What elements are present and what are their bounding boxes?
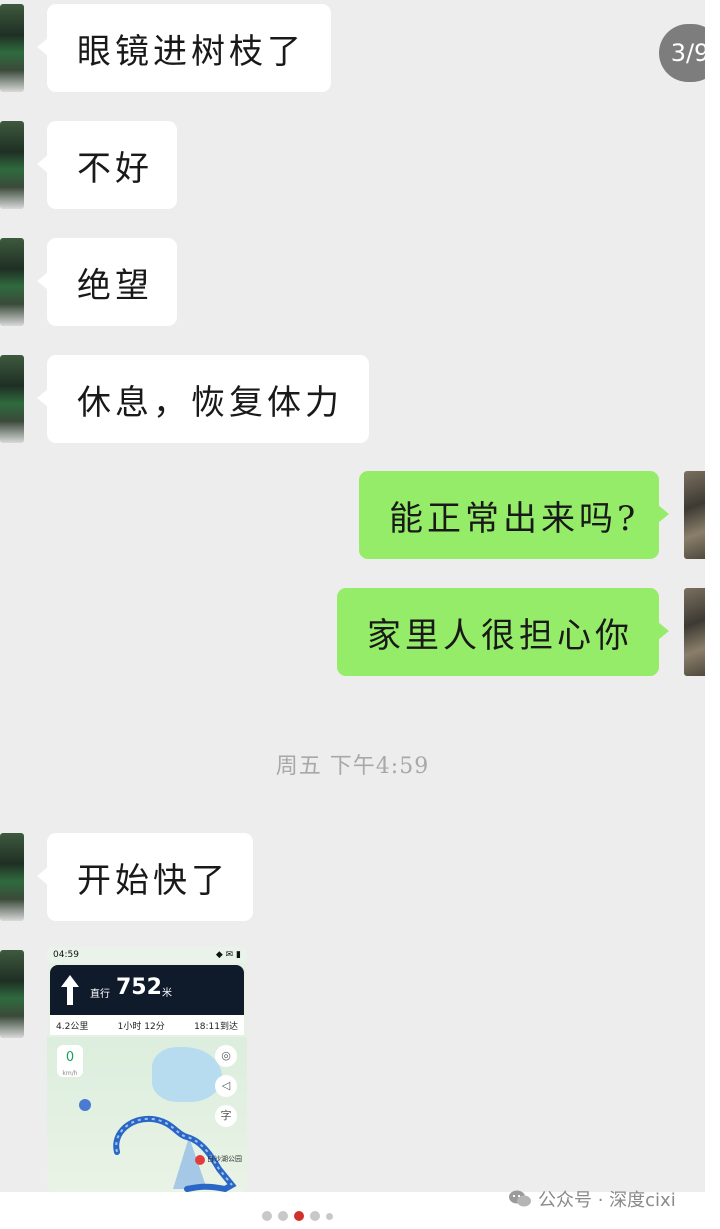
message-timestamp: 周五 下午4:59 bbox=[275, 754, 430, 779]
sound-icon[interactable]: ◁ bbox=[215, 1075, 237, 1097]
chat-window: 眼镜进树枝了 不好 绝望 休息，恢复体力 能正常出来吗? 家里人很担心你 周五 … bbox=[0, 0, 705, 1192]
status-icons: ◆ ✉ ▮ bbox=[215, 950, 241, 960]
message-bubble-incoming[interactable]: 开始快了 bbox=[37, 833, 253, 921]
contact-avatar[interactable] bbox=[0, 238, 24, 326]
page-dot[interactable] bbox=[262, 1211, 272, 1221]
page-dot[interactable] bbox=[278, 1211, 288, 1221]
contact-avatar[interactable] bbox=[0, 4, 24, 92]
nav-direction: 直行 bbox=[90, 989, 110, 1000]
message-bubble-incoming[interactable]: 眼镜进树枝了 bbox=[37, 4, 331, 92]
page-dot-active[interactable] bbox=[294, 1211, 304, 1221]
arrival-time: 18:11到达 bbox=[194, 1021, 238, 1032]
status-time: 04:59 bbox=[53, 950, 79, 960]
message-text: 开始快了 bbox=[77, 860, 229, 901]
message-bubble-incoming[interactable]: 休息，恢复体力 bbox=[37, 355, 369, 443]
message-text: 家里人很担心你 bbox=[367, 615, 633, 656]
destination-pin-icon bbox=[195, 1155, 205, 1165]
watermark-text: 公众号 · 深度cixi bbox=[538, 1190, 676, 1211]
navigation-summary: 4.2公里 1小时 12分 18:11到达 bbox=[50, 1015, 244, 1035]
message-bubble-outgoing[interactable]: 能正常出来吗? bbox=[359, 471, 669, 559]
map-view: 0 km/h ◎ ◁ 字 白沙湖公园 bbox=[47, 1037, 247, 1192]
message-bubble-outgoing[interactable]: 家里人很担心你 bbox=[337, 588, 669, 676]
remaining-time: 1小时 12分 bbox=[117, 1021, 165, 1032]
message-text: 休息，恢复体力 bbox=[77, 382, 343, 423]
self-avatar[interactable] bbox=[684, 471, 705, 559]
nav-distance-unit: 米 bbox=[162, 988, 172, 999]
wechat-logo-icon bbox=[509, 1190, 531, 1207]
navigation-card: 直行 752 米 bbox=[50, 965, 244, 1015]
message-bubble-incoming[interactable]: 绝望 bbox=[37, 238, 177, 326]
watermark: 公众号 · 深度cixi bbox=[508, 1184, 676, 1214]
self-avatar[interactable] bbox=[684, 588, 705, 676]
contact-avatar[interactable] bbox=[0, 950, 24, 1038]
carousel-pagination[interactable] bbox=[262, 1211, 333, 1221]
remaining-distance: 4.2公里 bbox=[56, 1021, 89, 1032]
message-text: 能正常出来吗? bbox=[389, 498, 640, 539]
poi-label: 白沙湖公园 bbox=[207, 1155, 242, 1163]
message-bubble-incoming[interactable]: 不好 bbox=[37, 121, 177, 209]
route-line bbox=[113, 1115, 237, 1192]
contact-avatar[interactable] bbox=[0, 121, 24, 209]
message-text: 不好 bbox=[77, 148, 153, 189]
message-text: 绝望 bbox=[77, 265, 153, 306]
nav-distance: 752 bbox=[116, 975, 162, 1000]
straight-arrow-icon bbox=[61, 975, 79, 1005]
speed-value: 0 bbox=[65, 1050, 75, 1065]
compass-icon[interactable]: ◎ bbox=[215, 1045, 237, 1067]
page-counter-badge: 3/9 bbox=[659, 24, 705, 82]
lake-shape bbox=[152, 1047, 222, 1102]
contact-avatar[interactable] bbox=[0, 355, 24, 443]
page-dot[interactable] bbox=[326, 1212, 333, 1220]
map-screenshot-message[interactable]: 04:59 ◆ ✉ ▮ 直行 752 米 4.2公里 1小时 12分 18:11… bbox=[47, 947, 247, 1192]
page-dot[interactable] bbox=[310, 1211, 320, 1221]
phone-status-bar: 04:59 ◆ ✉ ▮ bbox=[47, 947, 247, 963]
speed-indicator: 0 km/h bbox=[57, 1045, 83, 1077]
message-text: 眼镜进树枝了 bbox=[77, 31, 305, 72]
location-marker-icon bbox=[79, 1099, 91, 1111]
contact-avatar[interactable] bbox=[0, 833, 24, 921]
speed-unit: km/h bbox=[62, 1070, 78, 1077]
